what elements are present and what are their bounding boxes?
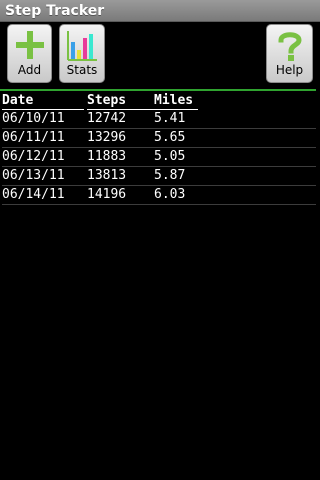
table-row[interactable]: 06/13/11 13813 5.87 [2,166,316,186]
miles-cell: 6.03 [154,185,316,205]
date-cell: 06/12/11 [2,147,87,167]
steps-cell: 14196 [87,185,154,205]
steps-cell: 12742 [87,110,154,129]
miles-cell: 5.87 [154,166,316,186]
table-row[interactable]: 06/12/11 11883 5.05 [2,147,316,167]
column-header-date: Date [2,92,87,110]
steps-cell: 13296 [87,128,154,148]
stats-button-label: Stats [66,63,98,77]
column-header-miles: Miles [154,92,316,110]
miles-cell: 5.65 [154,128,316,148]
date-cell: 06/13/11 [2,166,87,186]
plus-icon [15,31,44,59]
bar-chart-icon [67,31,97,61]
add-button-label: Add [17,63,42,77]
app-title: Step Tracker [5,3,105,19]
table-row[interactable]: 06/11/11 13296 5.65 [2,128,316,148]
divider [0,89,316,91]
stats-button[interactable]: Stats [59,24,105,83]
miles-cell: 5.41 [154,110,316,129]
table-row[interactable]: 06/14/11 14196 6.03 [2,185,316,205]
miles-cell: 5.05 [154,147,316,167]
date-cell: 06/10/11 [2,110,87,129]
steps-table: Date Steps Miles 06/10/11 12742 5.41 06/… [2,92,316,205]
help-button[interactable]: Help [266,24,313,83]
date-cell: 06/11/11 [2,128,87,148]
table-row[interactable]: 06/10/11 12742 5.41 [2,110,316,129]
table-header-row: Date Steps Miles [2,92,316,110]
date-cell: 06/14/11 [2,185,87,205]
help-button-label: Help [275,63,304,77]
steps-cell: 11883 [87,147,154,167]
question-mark-icon [277,32,302,61]
column-header-steps: Steps [87,92,154,110]
steps-cell: 13813 [87,166,154,186]
add-button[interactable]: Add [7,24,52,83]
title-bar: Step Tracker [0,0,320,22]
